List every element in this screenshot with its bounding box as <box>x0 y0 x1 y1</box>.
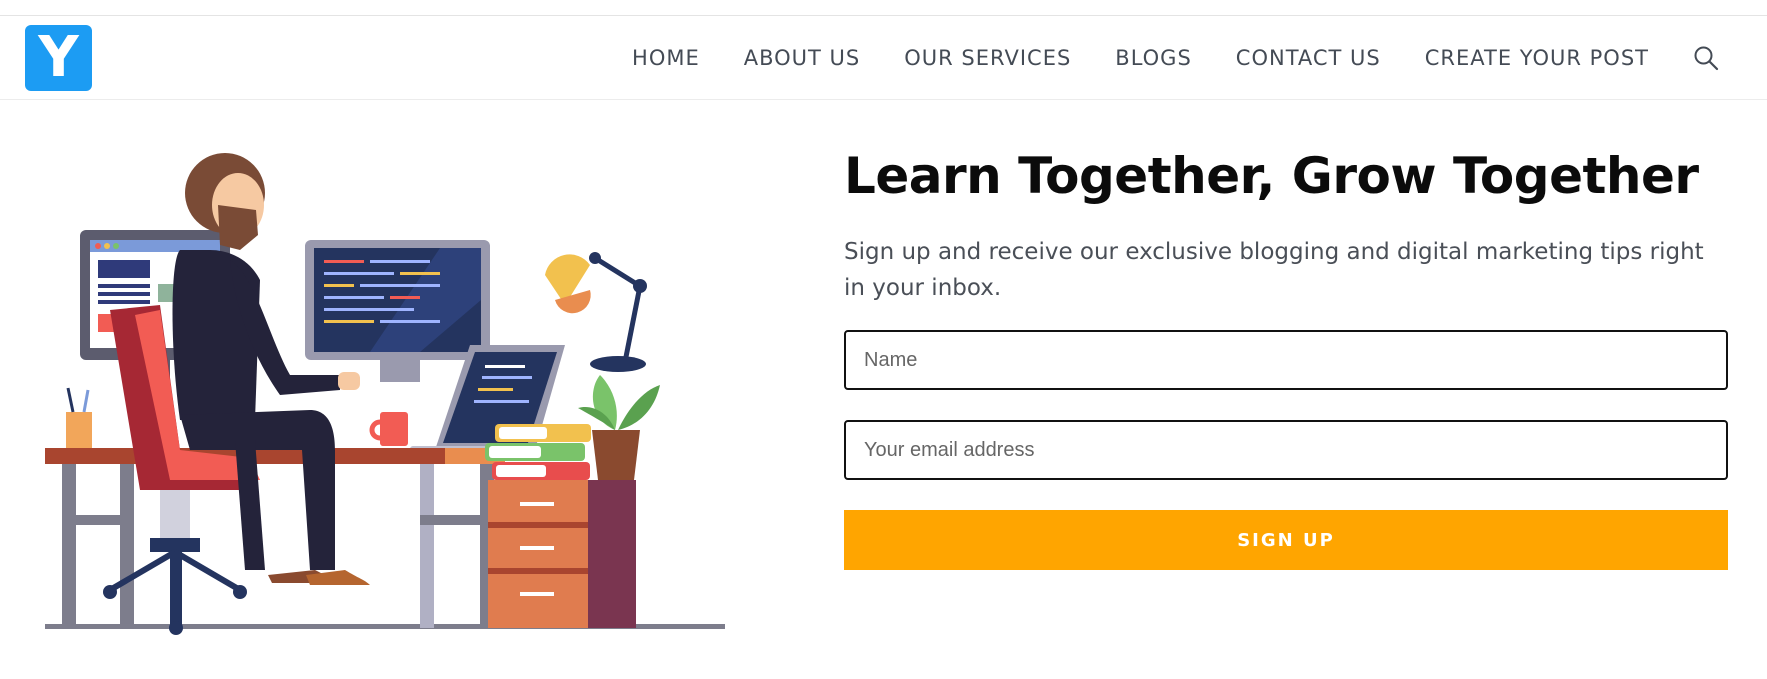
nav-blogs[interactable]: BLOGS <box>1115 46 1192 70</box>
nav-contact-us[interactable]: CONTACT US <box>1236 46 1381 70</box>
page-title: Learn Together, Grow Together <box>844 147 1699 205</box>
main-nav: HOME ABOUT US OUR SERVICES BLOGS CONTACT… <box>632 16 1719 99</box>
name-input[interactable] <box>844 330 1728 390</box>
signup-button[interactable]: SIGN UP <box>844 510 1728 570</box>
nav-about-us[interactable]: ABOUT US <box>744 46 861 70</box>
signup-subtitle: Sign up and receive our exclusive bloggi… <box>844 239 1704 301</box>
search-icon[interactable] <box>1693 45 1719 71</box>
developer-at-desk-illustration <box>45 153 725 635</box>
nav-our-services[interactable]: OUR SERVICES <box>904 46 1071 70</box>
site-header: Y HOME ABOUT US OUR SERVICES BLOGS CONTA… <box>0 16 1767 100</box>
nav-create-your-post[interactable]: CREATE YOUR POST <box>1425 46 1649 70</box>
site-logo[interactable]: Y <box>25 25 92 91</box>
nav-home[interactable]: HOME <box>632 46 700 70</box>
signup-section: Learn Together, Grow Together Sign up an… <box>844 140 1728 570</box>
email-input[interactable] <box>844 420 1728 480</box>
top-border <box>0 0 1767 16</box>
